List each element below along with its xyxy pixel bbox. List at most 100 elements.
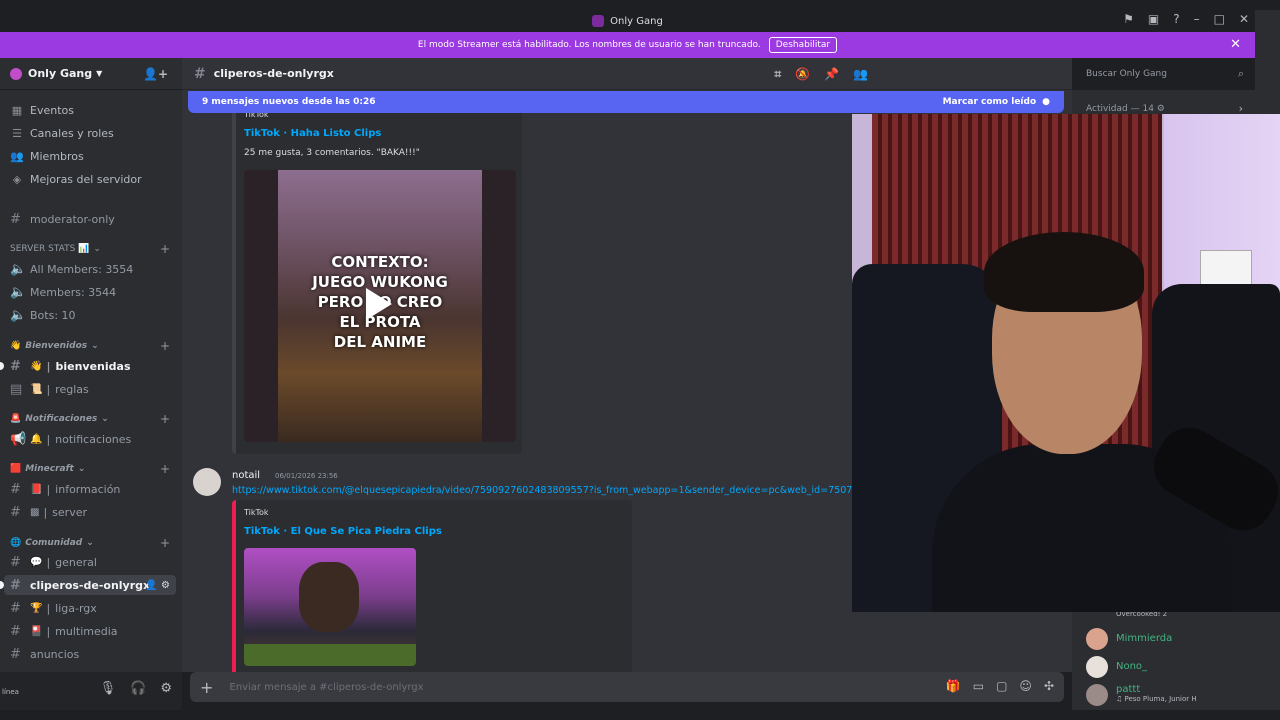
message-author[interactable]: notail bbox=[232, 470, 260, 481]
tiktok-embed: TikTok TikTok · El Que Se Pica Piedra Cl… bbox=[232, 500, 632, 672]
apps-icon[interactable]: ✣ bbox=[1044, 679, 1054, 693]
mark-as-read-button[interactable]: Marcar como leído bbox=[943, 97, 1037, 107]
mark-read-icon: ● bbox=[1042, 97, 1050, 107]
search-input[interactable]: Buscar Only Gang ⌕ bbox=[1080, 64, 1250, 84]
embed-title-link[interactable]: TikTok · Haha Listo Clips bbox=[244, 128, 381, 139]
avatar[interactable] bbox=[193, 468, 221, 496]
add-channel-icon[interactable]: + bbox=[160, 412, 170, 426]
user-panel: línea 🎙 🎧 ⚙ bbox=[0, 672, 182, 710]
discord-window: Only Gang ⚑ ▣ ? – □ ✕ El modo Streamer e… bbox=[0, 0, 1280, 720]
gif-icon[interactable]: ▭ bbox=[973, 679, 984, 693]
maximize-icon[interactable]: □ bbox=[1214, 12, 1225, 26]
attach-plus-icon[interactable]: + bbox=[200, 678, 213, 697]
hashtag-icon: # bbox=[10, 623, 21, 639]
embed-description: 25 me gusta, 3 comentarios. "BAKA!!!" bbox=[244, 148, 420, 158]
invite-icon[interactable]: 👤 bbox=[145, 580, 157, 591]
member-item[interactable]: Nono_ bbox=[1086, 656, 1147, 678]
category-comunidad[interactable]: 🌐 Comunidad ⌄ bbox=[10, 538, 94, 548]
category-server-stats[interactable]: SERVER STATS 📊 ⌄ bbox=[10, 244, 101, 254]
channel-anuncios[interactable]: # anuncios bbox=[0, 644, 182, 664]
close-banner-icon[interactable]: ✕ bbox=[1230, 37, 1241, 52]
member-item[interactable]: pattt ♫ Peso Pluma, Junior H bbox=[1086, 684, 1197, 706]
message-link[interactable]: https://www.tiktok.com/@elquesepicapiedr… bbox=[232, 485, 852, 496]
trophy-emoji-icon: 🏆 bbox=[30, 602, 43, 614]
add-channel-icon[interactable]: + bbox=[160, 339, 170, 353]
embed-title-link[interactable]: TikTok · El Que Se Pica Piedra Clips bbox=[244, 526, 442, 537]
sidebar-item-eventos[interactable]: ▦ Eventos bbox=[0, 100, 182, 120]
category-bienvenidos[interactable]: 👋 Bienvenidos ⌄ bbox=[10, 341, 99, 351]
help-icon[interactable]: ? bbox=[1173, 12, 1179, 26]
channel-header: # cliperos-de-onlyrgx ⌗ 🔕 📌 👥 bbox=[182, 58, 1072, 90]
channel-reglas[interactable]: ▤ 📜 | reglas bbox=[0, 379, 182, 399]
message-composer[interactable]: + Enviar mensaje a #cliperos-de-onlyrgx … bbox=[190, 672, 1064, 702]
stat-bots[interactable]: 🔈 Bots: 10 bbox=[0, 305, 182, 325]
close-window-icon[interactable]: ✕ bbox=[1239, 12, 1249, 26]
info-emoji-icon: 📕 bbox=[30, 483, 43, 495]
screen-icon[interactable]: ▣ bbox=[1148, 12, 1159, 26]
minimize-icon[interactable]: – bbox=[1194, 12, 1200, 26]
avatar bbox=[1086, 684, 1108, 706]
channel-multimedia[interactable]: # 🎴 | multimedia bbox=[0, 621, 182, 641]
scroll-emoji-icon: 📜 bbox=[30, 383, 43, 395]
stat-members[interactable]: 🔈 Members: 3544 bbox=[0, 282, 182, 302]
media-emoji-icon: 🎴 bbox=[30, 625, 43, 637]
channel-liga-rgx[interactable]: # 🏆 | liga-rgx bbox=[0, 598, 182, 618]
disable-streamer-button[interactable]: Deshabilitar bbox=[768, 37, 838, 53]
user-settings-icon[interactable]: ⚙ bbox=[160, 681, 172, 696]
app-icon bbox=[592, 15, 605, 27]
stat-all-members[interactable]: 🔈 All Members: 3554 bbox=[0, 259, 182, 279]
chevron-down-icon: ⌄ bbox=[86, 538, 94, 548]
channel-title: cliperos-de-onlyrgx bbox=[213, 67, 334, 80]
channel-informacion[interactable]: # 📕 | información bbox=[0, 479, 182, 499]
hashtag-icon: # bbox=[10, 358, 21, 374]
hashtag-icon: # bbox=[10, 554, 21, 570]
emoji-icon[interactable]: ☺ bbox=[1019, 679, 1032, 693]
add-channel-icon[interactable]: + bbox=[160, 462, 170, 476]
sidebar-item-canales[interactable]: ☰ Canales y roles bbox=[0, 123, 182, 143]
streamer-banner: El modo Streamer está habilitado. Los no… bbox=[0, 32, 1255, 58]
video-thumbnail[interactable]: CONTEXTO: JUEGO WUKONG PERO YO CREO EL P… bbox=[244, 170, 516, 442]
pin-icon[interactable]: 📌 bbox=[824, 67, 839, 82]
add-channel-icon[interactable]: + bbox=[160, 536, 170, 550]
hashtag-icon: # bbox=[10, 481, 21, 497]
speaker-icon: 🔈 bbox=[10, 307, 27, 323]
channel-general[interactable]: # 💬 | general bbox=[0, 552, 182, 572]
headphones-icon[interactable]: 🎧 bbox=[130, 681, 146, 696]
member-list-icon[interactable]: 👥 bbox=[853, 67, 868, 82]
avatar bbox=[1086, 628, 1108, 650]
gift-icon[interactable]: 🎁 bbox=[946, 679, 961, 693]
category-notificaciones[interactable]: 🚨 Notificaciones ⌄ bbox=[10, 414, 109, 424]
calendar-icon: ▦ bbox=[11, 103, 23, 117]
add-channel-icon[interactable]: + bbox=[160, 242, 170, 256]
channel-bienvenidas[interactable]: # 👋 | bienvenidas bbox=[0, 356, 182, 376]
announcement-icon: 📢 bbox=[10, 431, 27, 447]
play-icon[interactable] bbox=[366, 288, 392, 320]
hashtag-icon: # bbox=[10, 504, 21, 520]
add-user-icon[interactable]: 👤+ bbox=[143, 67, 168, 81]
list-icon: ☰ bbox=[12, 126, 22, 140]
member-item[interactable]: Mimmierda bbox=[1086, 628, 1172, 650]
hashtag-icon: # bbox=[10, 211, 21, 227]
user-status: línea bbox=[2, 688, 19, 696]
hashtag-icon: # bbox=[10, 600, 21, 616]
mute-bell-icon[interactable]: 🔕 bbox=[795, 67, 810, 82]
server-header[interactable]: Only Gang ▼ 👤+ bbox=[0, 58, 182, 90]
sticker-icon[interactable]: ▢ bbox=[996, 679, 1007, 693]
channel-moderator-only[interactable]: # moderator-only bbox=[0, 209, 182, 229]
video-thumbnail[interactable] bbox=[244, 548, 416, 666]
chevron-down-icon: ⌄ bbox=[93, 244, 101, 254]
chevron-down-icon: ⌄ bbox=[91, 341, 99, 351]
threads-icon[interactable]: ⌗ bbox=[774, 67, 781, 82]
settings-gear-icon[interactable]: ⚙ bbox=[161, 580, 170, 591]
channel-cliperos-de-onlyrgx[interactable]: # cliperos-de-onlyrgx 👤 ⚙ bbox=[4, 575, 176, 595]
speaker-icon: 🔈 bbox=[10, 261, 27, 277]
flag-icon[interactable]: ⚑ bbox=[1123, 12, 1134, 26]
microphone-icon[interactable]: 🎙 bbox=[100, 681, 117, 696]
chevron-down-icon: ⌄ bbox=[101, 414, 109, 424]
channel-server[interactable]: # ▩ | server bbox=[0, 502, 182, 522]
sidebar-item-mejoras[interactable]: ◈ Mejoras del servidor bbox=[0, 169, 182, 189]
channel-notificaciones[interactable]: 📢 🔔 | notificaciones bbox=[0, 429, 182, 449]
sidebar-item-miembros[interactable]: 👥 Miembros bbox=[0, 146, 182, 166]
new-messages-bar[interactable]: 9 mensajes nuevos desde las 0:26 Marcar … bbox=[188, 91, 1064, 113]
category-minecraft[interactable]: 🟥 Minecraft ⌄ bbox=[10, 464, 85, 474]
